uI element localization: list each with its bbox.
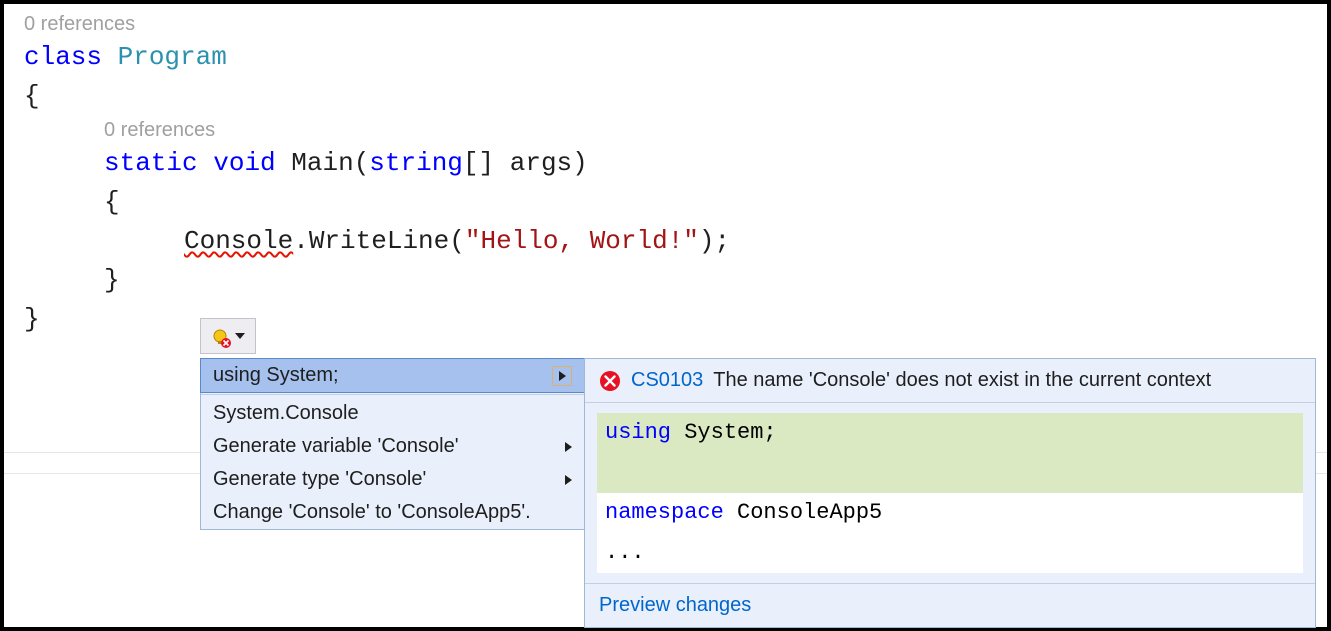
preview-diff: using System; namespace ConsoleApp5 ... (597, 413, 1303, 573)
quickfix-menu: using System; System.Console Generate va… (200, 358, 585, 530)
code-line: { (24, 77, 1327, 116)
diff-added-line: using System; (597, 413, 1303, 453)
quickfix-item-generate-variable[interactable]: Generate variable 'Console' (201, 430, 584, 463)
code-line: Console.WriteLine("Hello, World!"); (184, 222, 1327, 261)
submenu-arrow-icon (565, 475, 572, 485)
error-icon (599, 370, 621, 392)
preview-changes-link[interactable]: Preview changes (585, 583, 1315, 627)
menu-separator (201, 394, 584, 395)
code-line: class Program (24, 38, 1327, 77)
codelens-class[interactable]: 0 references (24, 10, 1327, 38)
error-code[interactable]: CS0103 (631, 369, 703, 392)
code-editor[interactable]: 0 references class Program { 0 reference… (4, 4, 1327, 339)
lightbulb-button[interactable] (200, 318, 256, 354)
quickfix-preview: CS0103 The name 'Console' does not exist… (584, 358, 1316, 628)
diff-added-line (597, 453, 1303, 493)
diff-line: ... (597, 533, 1303, 573)
chevron-down-icon (235, 333, 245, 339)
error-message: The name 'Console' does not exist in the… (713, 369, 1211, 392)
quickfix-item-using-system[interactable]: using System; (200, 358, 585, 393)
quickfix-item-system-console[interactable]: System.Console (201, 397, 584, 430)
codelens-main[interactable]: 0 references (104, 116, 1327, 144)
preview-header: CS0103 The name 'Console' does not exist… (585, 359, 1315, 403)
submenu-arrow-icon (565, 442, 572, 452)
lightbulb-icon (211, 326, 231, 346)
error-token-console[interactable]: Console (184, 226, 293, 256)
diff-line: namespace ConsoleApp5 (597, 493, 1303, 533)
quickfix-item-generate-type[interactable]: Generate type 'Console' (201, 463, 584, 496)
code-line: { (104, 183, 1327, 222)
submenu-arrow-icon (552, 366, 572, 386)
code-line: static void Main(string[] args) (104, 144, 1327, 183)
code-line: } (104, 261, 1327, 300)
quickfix-item-change-to[interactable]: Change 'Console' to 'ConsoleApp5'. (201, 496, 584, 529)
